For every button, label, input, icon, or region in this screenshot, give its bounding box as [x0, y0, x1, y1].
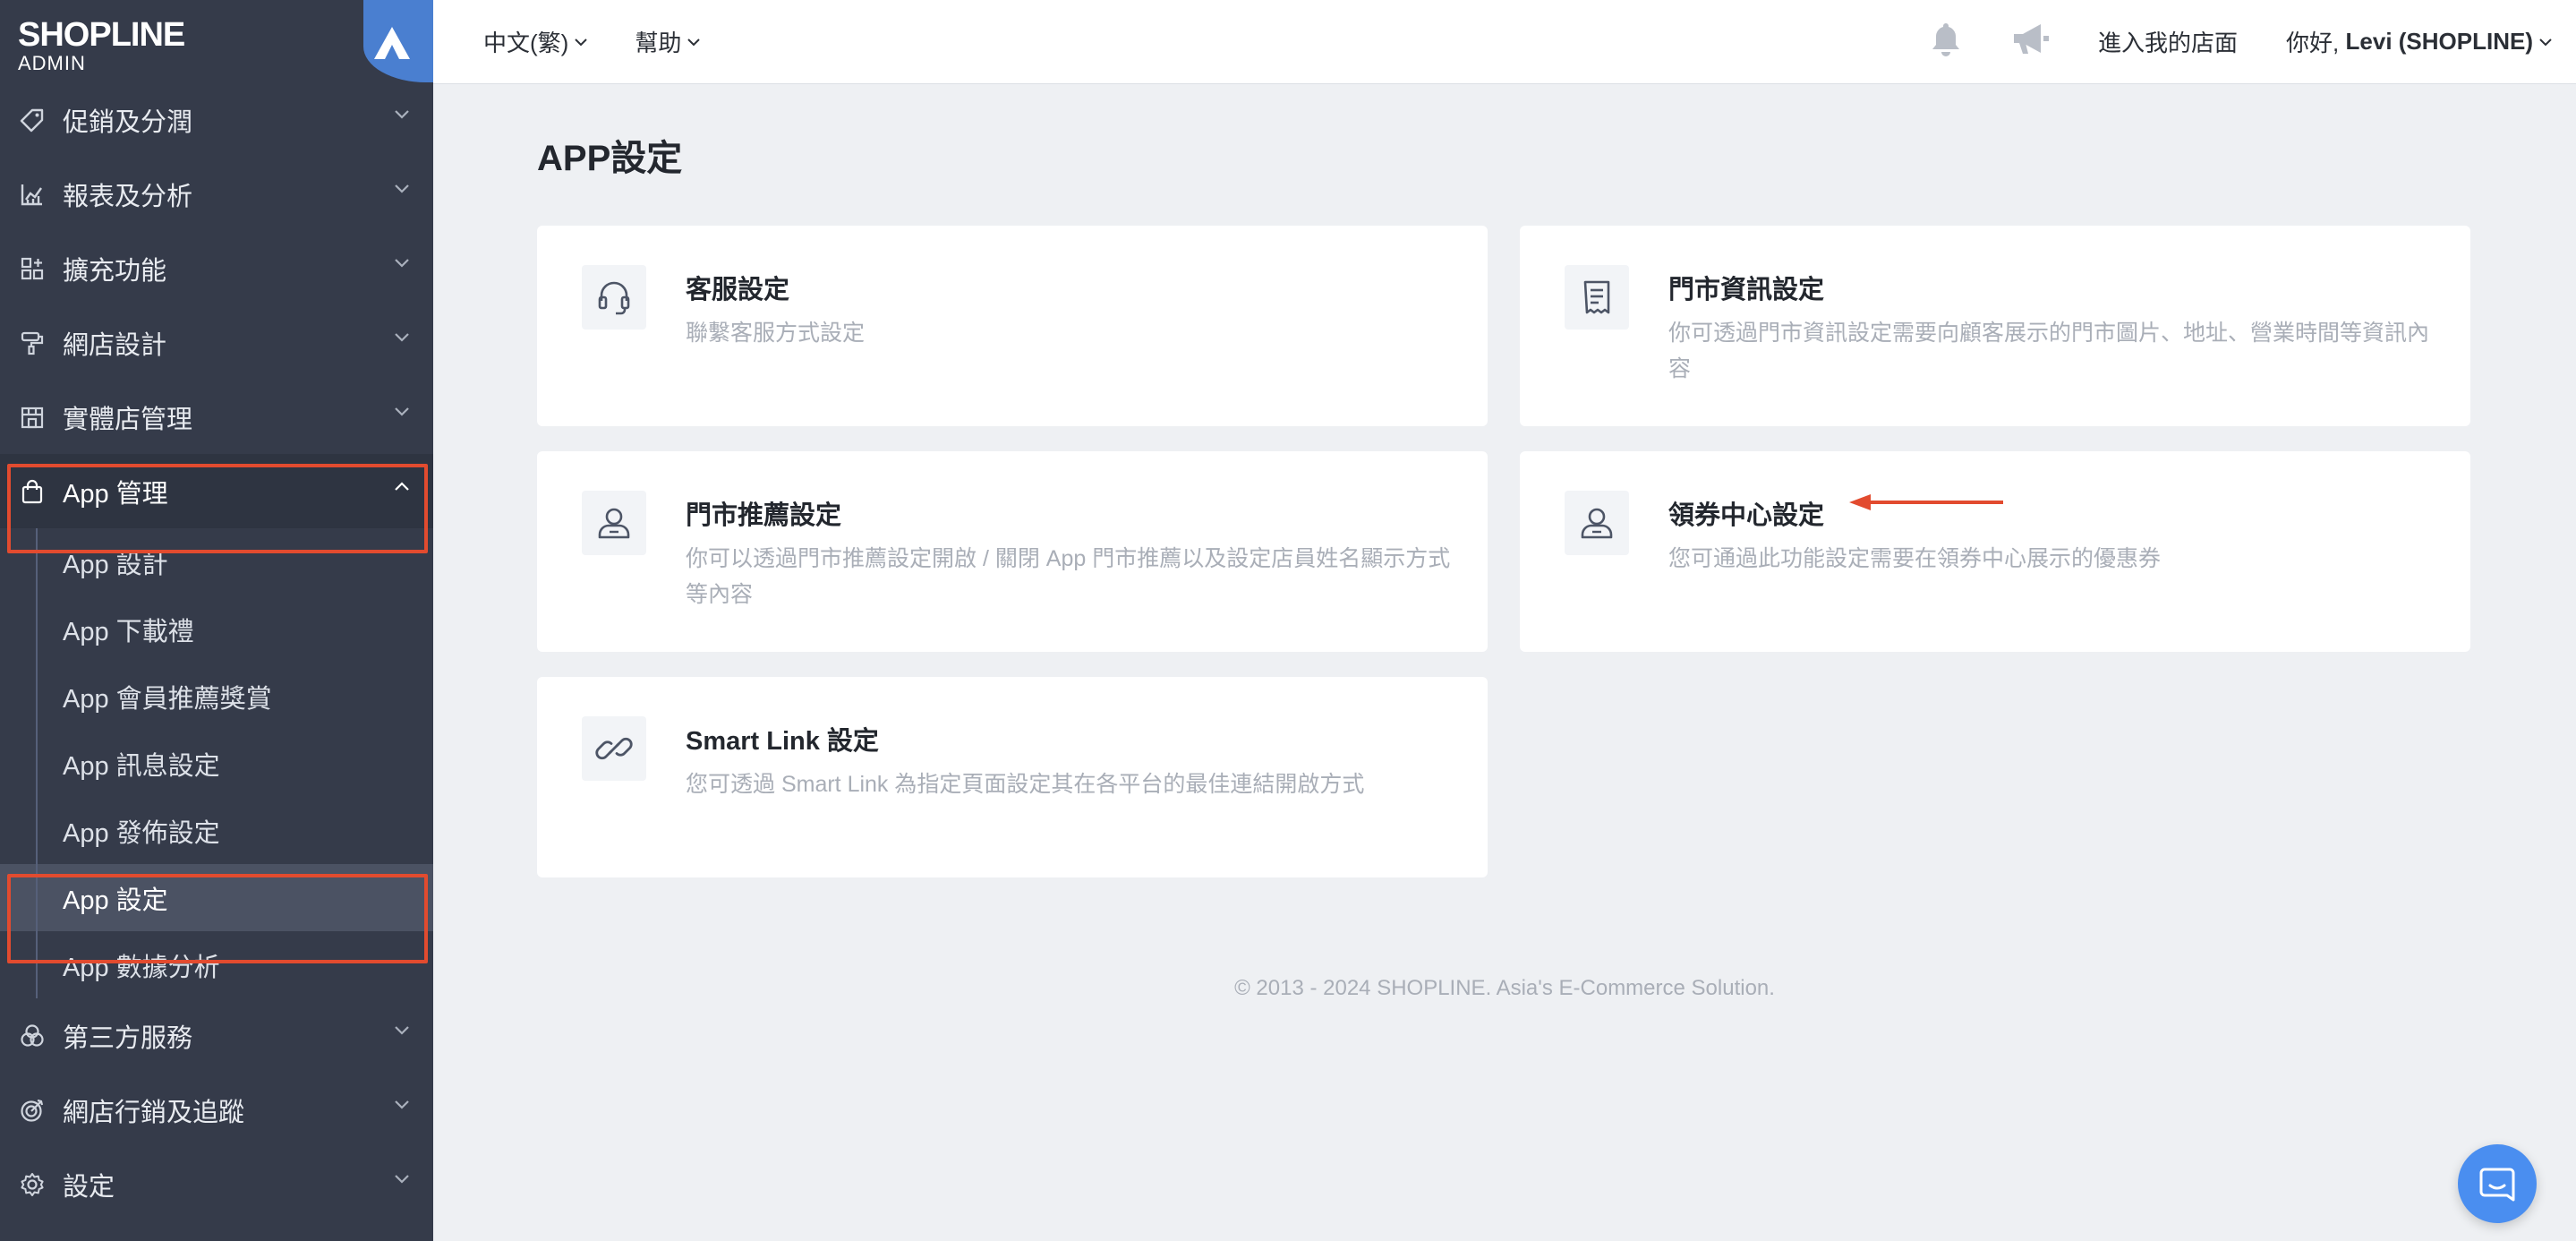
annotation-arrow-icon	[1849, 494, 2003, 510]
gear-icon	[18, 1170, 47, 1199]
card-description: 聯繫客服方式設定	[686, 321, 866, 346]
sidebar-item-app-management[interactable]: App 管理	[0, 454, 433, 528]
sidebar-item-store-design[interactable]: 網店設計	[0, 305, 433, 380]
tag-icon	[18, 106, 47, 134]
page-title: APP設定	[537, 139, 683, 178]
sidebar-item-promotions[interactable]: 促銷及分潤	[0, 82, 433, 157]
help-label: 幫助	[635, 30, 682, 56]
card-title: 客服設定	[686, 276, 790, 304]
user-name: Levi (SHOPLINE)	[2345, 28, 2533, 55]
sidebar-item-reports[interactable]: 報表及分析	[0, 157, 433, 231]
card-title: Smart Link 設定	[686, 727, 879, 756]
language-label: 中文(繁)	[483, 30, 569, 56]
user-menu[interactable]: 你好, Levi (SHOPLINE)	[2286, 25, 2553, 58]
chevron-down-icon	[395, 407, 409, 416]
app-management-submenu: App 設計 App 下載禮 App 會員推薦獎賞 App 訊息設定 App 發…	[0, 528, 433, 998]
apps-icon	[18, 254, 47, 283]
paint-roller-icon	[18, 329, 47, 357]
target-icon	[18, 1096, 47, 1125]
sidebar-item-extensions[interactable]: 擴充功能	[0, 231, 433, 305]
sidebar-subitem-app-referral[interactable]: App 會員推薦獎賞	[0, 663, 433, 730]
sidebar: SHOPLINE ADMIN 促銷及分潤 報表及分析 擴充功能 網店設計 實體店…	[0, 0, 433, 1241]
sidebar-item-label: 設定	[63, 1172, 115, 1202]
logo[interactable]: SHOPLINE ADMIN	[0, 0, 433, 82]
sidebar-item-label: 網店設計	[63, 330, 167, 360]
greeting-text: 你好,	[2286, 30, 2340, 56]
chevron-down-icon	[395, 259, 409, 268]
chevron-down-icon	[575, 38, 588, 46]
sidebar-item-label: 報表及分析	[63, 182, 193, 211]
sidebar-item-label: 網店行銷及追蹤	[63, 1098, 245, 1127]
store-icon	[18, 403, 47, 432]
sidebar-item-label: App 管理	[63, 479, 168, 509]
chevron-down-icon	[395, 1100, 409, 1109]
user-icon	[582, 491, 646, 555]
sidebar-item-retail-store[interactable]: 實體店管理	[0, 380, 433, 454]
announcement-megaphone-icon[interactable]	[2010, 21, 2051, 63]
sidebar-item-settings[interactable]: 設定	[0, 1147, 433, 1221]
sidebar-subitem-app-analytics[interactable]: App 數據分析	[0, 931, 433, 998]
chat-icon	[2479, 1168, 2515, 1202]
main-content: APP設定 客服設定 聯繫客服方式設定 門市資訊設定 你可透過門市資訊設定需要向…	[433, 84, 2576, 1241]
sidebar-item-third-party[interactable]: 第三方服務	[0, 998, 433, 1073]
chevron-down-icon	[395, 184, 409, 193]
chat-support-button[interactable]	[2458, 1144, 2537, 1223]
card-description: 您可透過 Smart Link 為指定頁面設定其在各平台的最佳連結開啟方式	[686, 772, 1365, 797]
sidebar-item-label: 實體店管理	[63, 405, 193, 434]
card-smart-link[interactable]: Smart Link 設定 您可透過 Smart Link 為指定頁面設定其在各…	[537, 677, 1488, 877]
chart-icon	[18, 180, 47, 209]
chevron-down-icon	[687, 38, 701, 46]
chevron-down-icon	[395, 1175, 409, 1184]
language-dropdown[interactable]: 中文(繁)	[483, 25, 588, 58]
card-customer-service[interactable]: 客服設定 聯繫客服方式設定	[537, 226, 1488, 426]
visit-store-link[interactable]: 進入我的店面	[2098, 25, 2238, 58]
sidebar-subitem-app-download-gift[interactable]: App 下載禮	[0, 595, 433, 663]
help-dropdown[interactable]: 幫助	[635, 25, 701, 58]
card-store-recommendation[interactable]: 門市推薦設定 你可以透過門市推薦設定開啟 / 關閉 App 門市推薦以及設定店員…	[537, 451, 1488, 652]
card-title: 領券中心設定	[1668, 501, 1825, 530]
chevron-up-icon	[395, 482, 409, 491]
submenu-guide-line	[36, 528, 38, 998]
card-description: 你可以透過門市推薦設定開啟 / 關閉 App 門市推薦以及設定店員姓名顯示方式等…	[686, 546, 1451, 607]
sidebar-item-label: 第三方服務	[63, 1023, 193, 1053]
sidebar-subitem-app-publish[interactable]: App 發佈設定	[0, 797, 433, 864]
chevron-down-icon	[395, 110, 409, 119]
sidebar-item-label: 擴充功能	[63, 256, 167, 286]
footer-copyright: © 2013 - 2024 SHOPLINE. Asia's E-Commerc…	[1234, 976, 1775, 1000]
headset-icon	[582, 265, 646, 330]
chevron-down-icon	[2539, 38, 2552, 46]
card-coupon-center[interactable]: 領券中心設定 您可通過此功能設定需要在領券中心展示的優惠券	[1520, 451, 2470, 652]
card-description: 你可透過門市資訊設定需要向顧客展示的門市圖片、地址、營業時間等資訊內容	[1668, 321, 2430, 381]
shopping-bag-icon	[18, 477, 47, 506]
notification-bell-icon[interactable]	[1928, 21, 1964, 63]
chevron-down-icon	[395, 333, 409, 342]
sidebar-item-label: 促銷及分潤	[63, 107, 193, 137]
sidebar-item-marketing[interactable]: 網店行銷及追蹤	[0, 1073, 433, 1147]
card-title: 門市推薦設定	[686, 501, 842, 530]
sidebar-subitem-app-design[interactable]: App 設計	[0, 528, 433, 595]
link-icon	[582, 716, 646, 781]
user-icon	[1565, 491, 1629, 555]
card-store-info[interactable]: 門市資訊設定 你可透過門市資訊設定需要向顧客展示的門市圖片、地址、營業時間等資訊…	[1520, 226, 2470, 426]
sidebar-subitem-app-settings[interactable]: App 設定	[0, 864, 433, 931]
document-icon	[1565, 265, 1629, 330]
sidebar-subitem-app-message[interactable]: App 訊息設定	[0, 730, 433, 797]
card-description: 您可通過此功能設定需要在領券中心展示的優惠券	[1668, 546, 2162, 571]
circles-icon	[18, 1022, 47, 1050]
card-title: 門市資訊設定	[1668, 276, 1825, 304]
chevron-down-icon	[395, 1026, 409, 1035]
mountain-logo-icon	[374, 27, 410, 59]
top-bar: 中文(繁) 幫助 進入我的店面 你好, Levi (SHOPLINE)	[433, 0, 2576, 84]
